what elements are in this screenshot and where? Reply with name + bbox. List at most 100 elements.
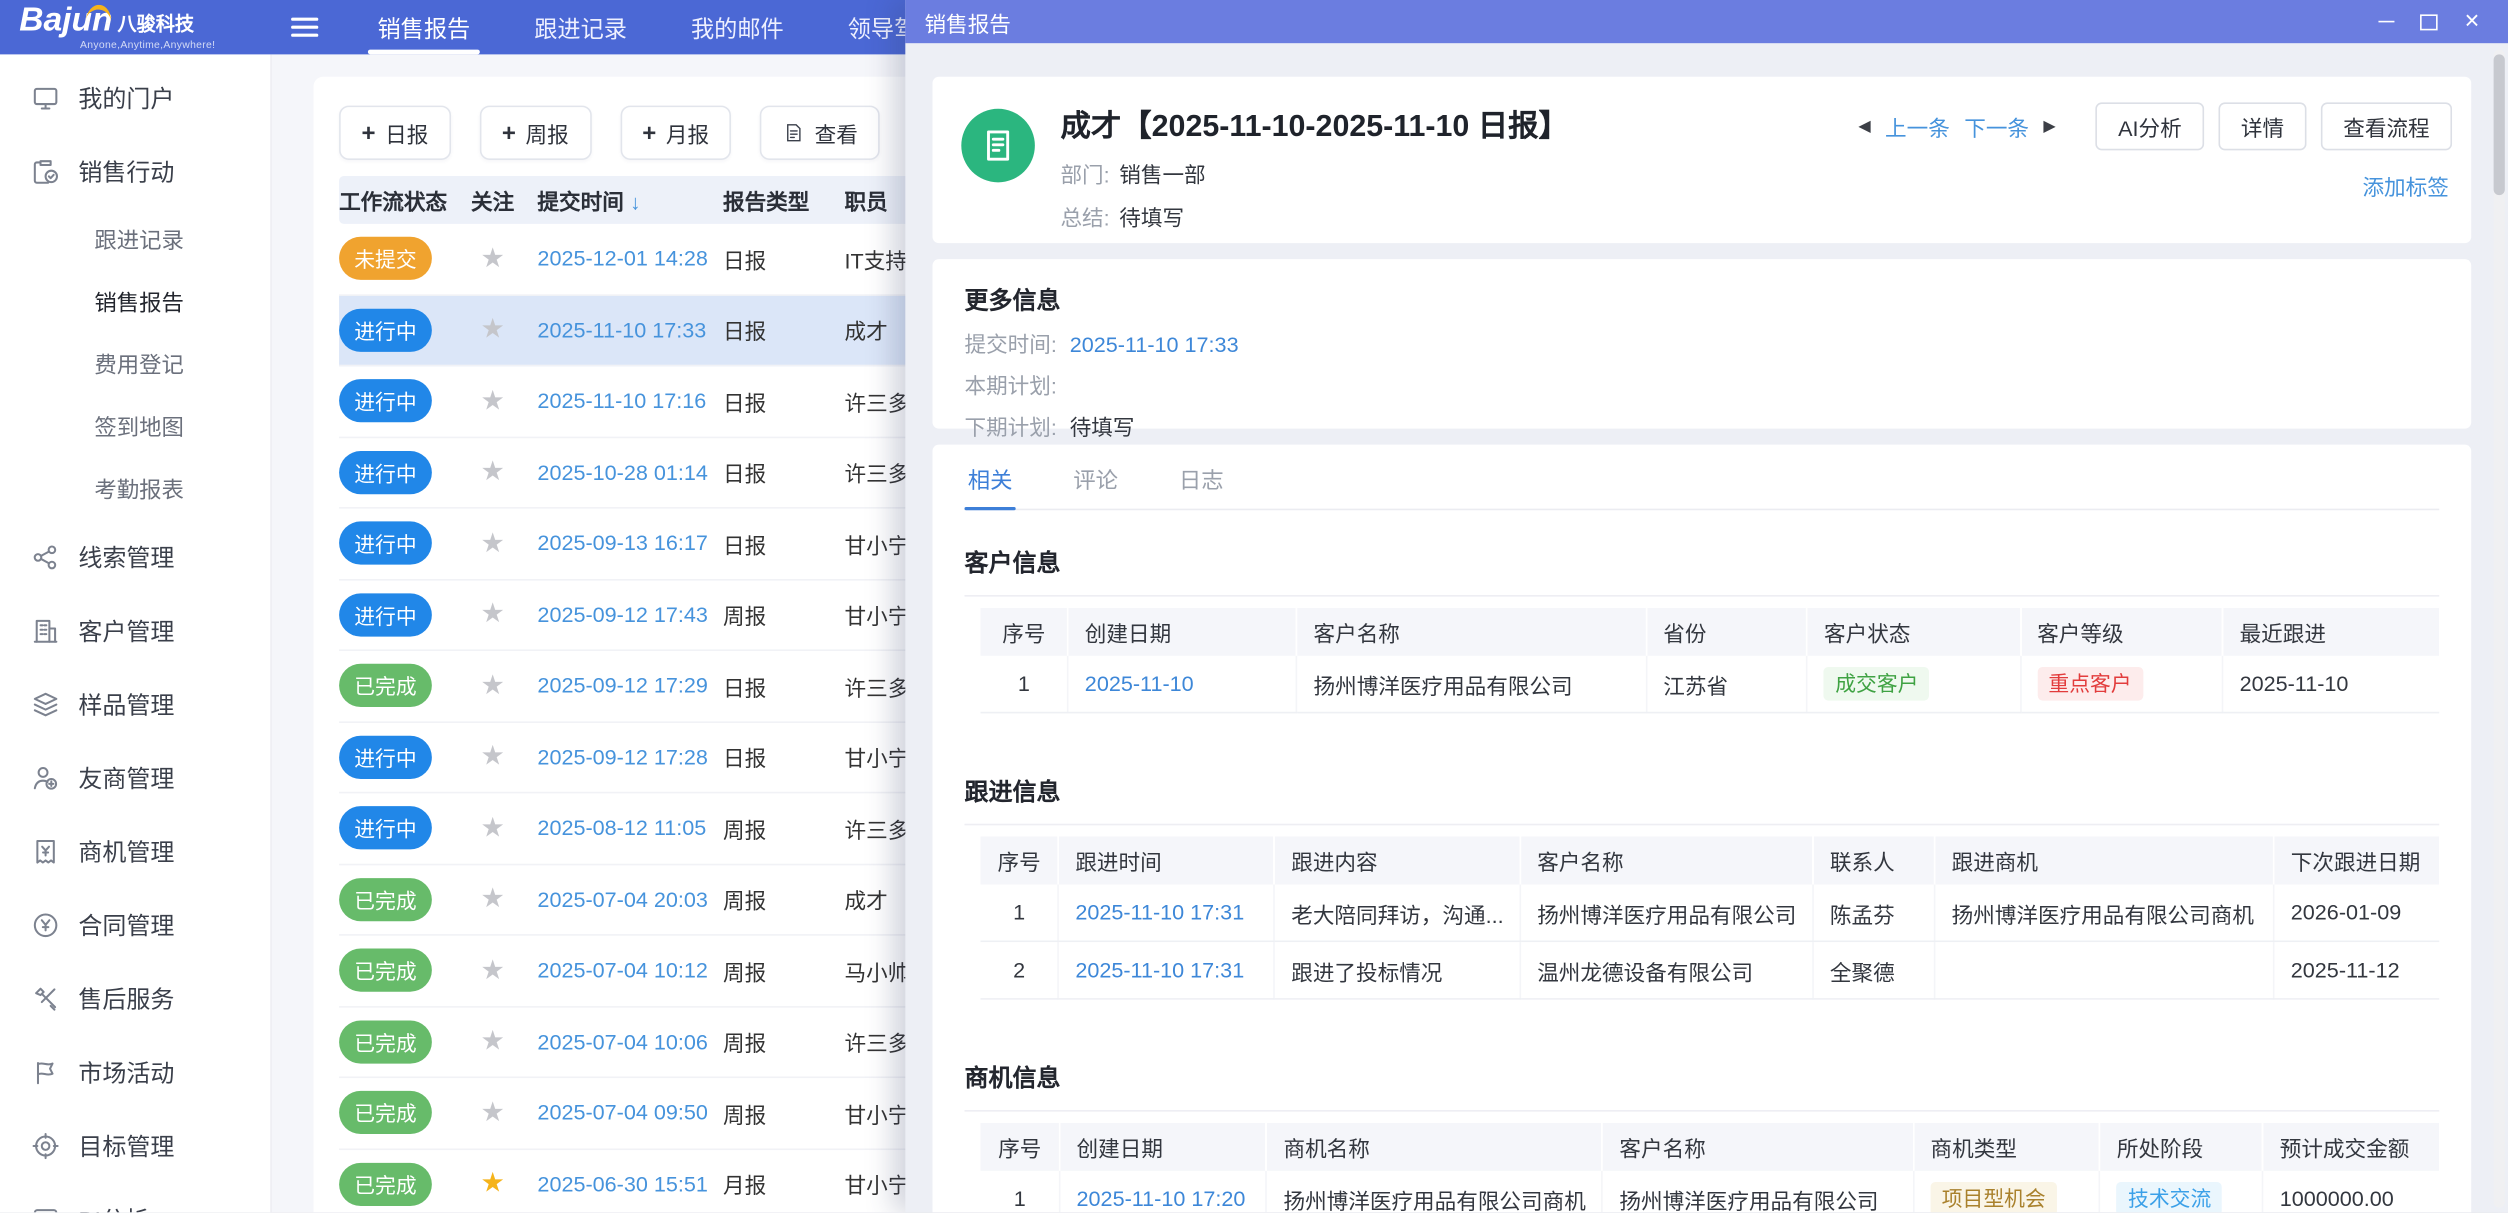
tab-sales-report[interactable]: 销售报告	[345, 0, 502, 54]
sidebar-subitem-follow-records[interactable]: 跟进记录	[0, 208, 270, 270]
report-type: 日报	[723, 456, 829, 488]
report-date-link[interactable]: 2025-08-12 11:05	[525, 816, 723, 840]
ai-analysis-button[interactable]: AI分析	[2096, 102, 2204, 150]
customer-row[interactable]: 1 2025-11-10 扬州博洋医疗用品有限公司 江苏省 成交客户 重点客户 …	[980, 656, 2439, 713]
top-tabs: 销售报告 跟进记录 我的邮件 领导驾驶舱	[345, 0, 995, 54]
customer-info-section: 客户信息 序号 创建日期 客户名称 省份 客户状态 客户等级 最近跟进	[964, 545, 2439, 713]
tab-logs[interactable]: 日志	[1176, 461, 1227, 509]
star-icon[interactable]	[480, 599, 504, 629]
sidebar-item-customers[interactable]: 客户管理	[0, 593, 270, 667]
column-header-time[interactable]: 提交时间	[525, 184, 723, 216]
detail-button[interactable]: 详情	[2219, 102, 2307, 150]
follow-time-link[interactable]: 2025-11-10 17:31	[1075, 901, 1244, 925]
tools-icon	[29, 982, 61, 1014]
report-type: 周报	[723, 883, 829, 915]
sidebar-item-my-portal[interactable]: 我的门户	[0, 61, 270, 135]
stage-badge[interactable]: 技术交流	[2117, 1182, 2223, 1213]
tab-label: 我的邮件	[691, 10, 784, 44]
add-tag-link[interactable]: 添加标签	[2362, 170, 2448, 202]
report-date-link[interactable]: 2025-07-04 10:06	[525, 1030, 723, 1054]
report-date-link[interactable]: 2025-09-13 16:17	[525, 531, 723, 555]
sidebar-item-label: 客户管理	[78, 613, 174, 647]
star-icon[interactable]	[480, 1026, 504, 1056]
add-daily-report-button[interactable]: 日报	[339, 106, 451, 160]
customer-date-link[interactable]: 2025-11-10	[1085, 672, 1194, 696]
detail-controls: 上一条 下一条 AI分析 详情 查看流程	[1858, 102, 2452, 150]
next-plan-label: 下期计划:	[964, 416, 1056, 440]
cell-customer-name: 扬州博洋医疗用品有限公司	[1297, 656, 1647, 713]
report-staff: 许三多	[829, 456, 910, 488]
star-icon[interactable]	[480, 314, 504, 344]
sidebar-subitem-checkin-map[interactable]: 签到地图	[0, 395, 270, 457]
view-button[interactable]: 查看	[760, 106, 880, 160]
star-icon[interactable]	[480, 670, 504, 700]
report-date-link[interactable]: 2025-07-04 20:03	[525, 887, 723, 911]
sidebar-item-aftersales[interactable]: 售后服务	[0, 961, 270, 1035]
sidebar-item-opportunities[interactable]: 商机管理	[0, 814, 270, 888]
next-arrow-icon[interactable]	[2043, 118, 2055, 136]
sidebar-item-marketing[interactable]: 市场活动	[0, 1035, 270, 1109]
minimize-icon[interactable]	[2375, 11, 2396, 32]
prev-record-link[interactable]: 上一条	[1885, 110, 1950, 142]
star-icon[interactable]	[480, 741, 504, 771]
add-monthly-report-button[interactable]: 月报	[620, 106, 732, 160]
report-title: 成才【2025-11-10-2025-11-10 日报】	[1060, 102, 1568, 145]
report-date-link[interactable]: 2025-09-12 17:28	[525, 745, 723, 769]
report-date-link[interactable]: 2025-07-04 09:50	[525, 1101, 723, 1125]
star-icon[interactable]	[480, 812, 504, 842]
report-date-link[interactable]: 2025-09-12 17:43	[525, 603, 723, 627]
star-icon-active[interactable]	[480, 1168, 504, 1198]
sidebar-item-partners[interactable]: 友商管理	[0, 741, 270, 815]
report-staff: 许三多	[829, 670, 910, 702]
opportunity-date-link[interactable]: 2025-11-10 17:20	[1077, 1187, 1246, 1211]
prev-arrow-icon[interactable]	[1858, 118, 1870, 136]
col-contact: 联系人	[1813, 837, 1935, 885]
star-icon[interactable]	[480, 385, 504, 415]
report-date-link[interactable]: 2025-12-01 14:28	[525, 247, 723, 271]
sort-desc-icon[interactable]	[630, 190, 640, 214]
sidebar-item-contracts[interactable]: 合同管理	[0, 888, 270, 962]
report-date-link[interactable]: 2025-11-10 17:33	[525, 318, 723, 342]
sidebar-subitem-attendance[interactable]: 考勤报表	[0, 457, 270, 519]
scrollbar-thumb[interactable]	[2494, 54, 2505, 195]
col-follow-content: 跟进内容	[1274, 837, 1520, 885]
cell-opportunity	[1935, 941, 2274, 999]
submit-time-link[interactable]: 2025-11-10 17:33	[1070, 333, 1239, 357]
next-record-link[interactable]: 下一条	[1964, 110, 2029, 142]
report-date-link[interactable]: 2025-11-10 17:16	[525, 389, 723, 413]
menu-hamburger-icon[interactable]	[291, 0, 323, 54]
star-icon[interactable]	[480, 883, 504, 913]
sidebar-item-leads[interactable]: 线索管理	[0, 520, 270, 594]
tab-comments[interactable]: 评论	[1070, 461, 1121, 509]
star-icon[interactable]	[480, 456, 504, 486]
status-badge: 进行中	[339, 593, 432, 636]
sidebar-item-sales-action[interactable]: 销售行动	[0, 134, 270, 208]
report-date-link[interactable]: 2025-07-04 10:12	[525, 959, 723, 983]
report-date-link[interactable]: 2025-09-12 17:29	[525, 674, 723, 698]
sidebar-item-targets[interactable]: 目标管理	[0, 1108, 270, 1182]
follow-time-link[interactable]: 2025-11-10 17:31	[1075, 958, 1244, 982]
sidebar-item-bi[interactable]: BI分析	[0, 1182, 270, 1212]
sidebar-item-samples[interactable]: 样品管理	[0, 667, 270, 741]
close-icon[interactable]	[2462, 11, 2483, 32]
report-date-link[interactable]: 2025-10-28 01:14	[525, 460, 723, 484]
follow-row[interactable]: 1 2025-11-10 17:31 老大陪同拜访，沟通... 扬州博洋医疗用品…	[980, 885, 2439, 942]
report-document-icon	[961, 109, 1035, 183]
tab-related[interactable]: 相关	[964, 461, 1015, 509]
maximize-icon[interactable]	[2418, 11, 2439, 32]
star-icon[interactable]	[480, 243, 504, 273]
sidebar-subitem-expense[interactable]: 费用登记	[0, 333, 270, 395]
view-flow-button[interactable]: 查看流程	[2321, 102, 2452, 150]
star-icon[interactable]	[480, 955, 504, 985]
tab-follow-records[interactable]: 跟进记录	[502, 0, 659, 54]
star-icon[interactable]	[480, 1097, 504, 1127]
report-type: 周报	[723, 1097, 829, 1129]
add-weekly-report-button[interactable]: 周报	[479, 106, 591, 160]
tab-my-mail[interactable]: 我的邮件	[659, 0, 816, 54]
detail-scrollbar[interactable]	[2494, 50, 2505, 1208]
report-date-link[interactable]: 2025-06-30 15:51	[525, 1172, 723, 1196]
opportunity-row[interactable]: 1 2025-11-10 17:20 扬州博洋医疗用品有限公司商机 扬州博洋医疗…	[980, 1171, 2439, 1213]
follow-row[interactable]: 2 2025-11-10 17:31 跟进了投标情况 温州龙德设备有限公司 全聚…	[980, 941, 2439, 999]
sidebar-subitem-sales-report[interactable]: 销售报告	[0, 270, 270, 332]
star-icon[interactable]	[480, 527, 504, 557]
